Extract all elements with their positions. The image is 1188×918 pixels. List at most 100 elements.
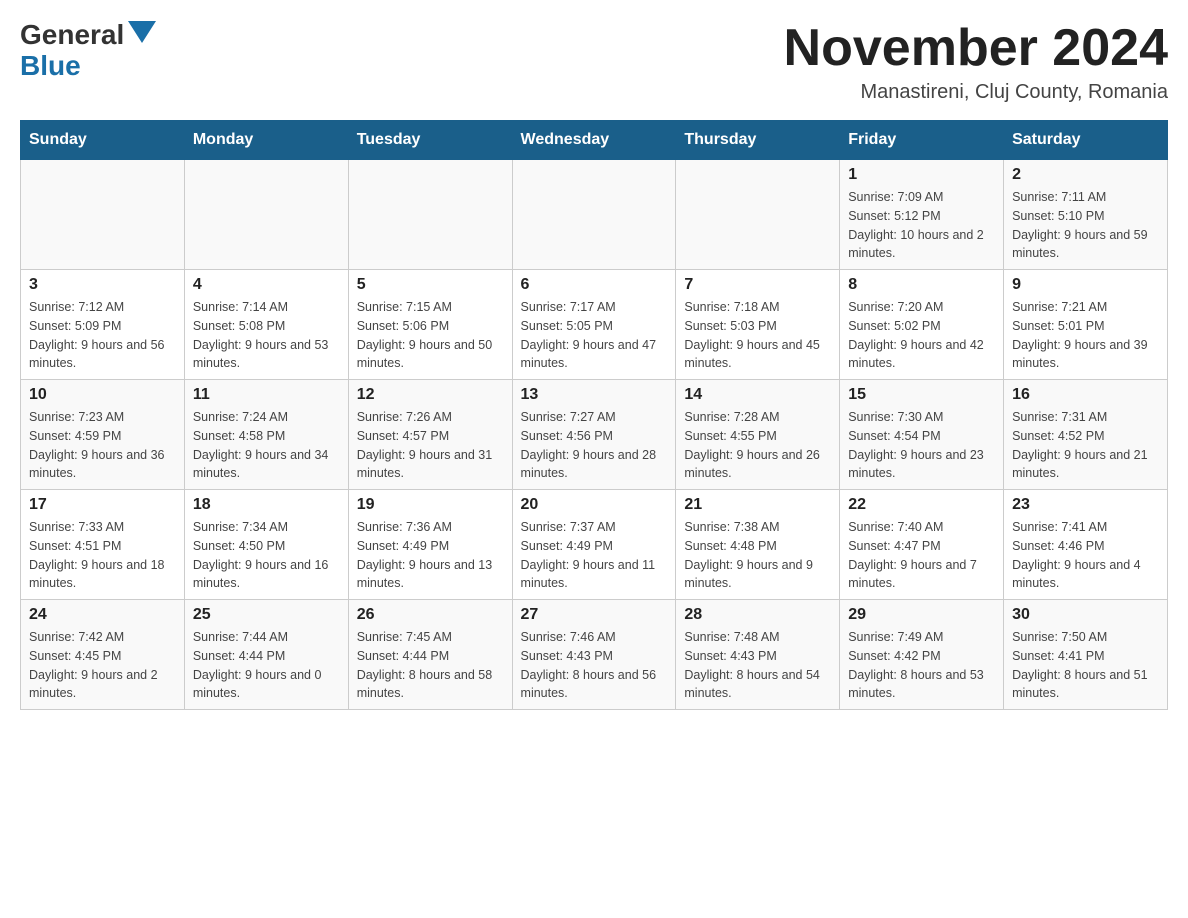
day-info: Sunrise: 7:37 AM Sunset: 4:49 PM Dayligh… bbox=[521, 518, 668, 593]
day-info: Sunrise: 7:31 AM Sunset: 4:52 PM Dayligh… bbox=[1012, 408, 1159, 483]
day-number: 28 bbox=[684, 606, 831, 624]
day-cell: 8 Sunrise: 7:20 AM Sunset: 5:02 PM Daylig… bbox=[840, 270, 1004, 380]
day-number: 26 bbox=[357, 606, 504, 624]
week-row-4: 17 Sunrise: 7:33 AM Sunset: 4:51 PM Dayli… bbox=[21, 490, 1168, 600]
day-cell: 27Sunrise: 7:46 AM Sunset: 4:43 PM Dayli… bbox=[512, 600, 676, 710]
day-cell bbox=[512, 160, 676, 270]
day-info: Sunrise: 7:48 AM Sunset: 4:43 PM Dayligh… bbox=[684, 628, 831, 703]
day-info: Sunrise: 7:30 AM Sunset: 4:54 PM Dayligh… bbox=[848, 408, 995, 483]
day-cell bbox=[348, 160, 512, 270]
day-cell: 13 Sunrise: 7:27 AM Sunset: 4:56 PM Dayli… bbox=[512, 380, 676, 490]
day-info: Sunrise: 7:27 AM Sunset: 4:56 PM Dayligh… bbox=[521, 408, 668, 483]
logo-blue-text: Blue bbox=[20, 51, 81, 82]
title-area: November 2024 Manastireni, Cluj County, … bbox=[784, 20, 1168, 104]
day-header-thursday: Thursday bbox=[676, 121, 840, 160]
day-info: Sunrise: 7:17 AM Sunset: 5:05 PM Dayligh… bbox=[521, 298, 668, 373]
day-info: Sunrise: 7:23 AM Sunset: 4:59 PM Dayligh… bbox=[29, 408, 176, 483]
day-cell: 4Sunrise: 7:14 AM Sunset: 5:08 PM Daylig… bbox=[184, 270, 348, 380]
day-cell: 30 Sunrise: 7:50 AM Sunset: 4:41 PM Dayli… bbox=[1004, 600, 1168, 710]
day-cell: 16Sunrise: 7:31 AM Sunset: 4:52 PM Dayli… bbox=[1004, 380, 1168, 490]
day-number: 10 bbox=[29, 386, 176, 404]
day-info: Sunrise: 7:12 AM Sunset: 5:09 PM Dayligh… bbox=[29, 298, 176, 373]
day-number: 17 bbox=[29, 496, 176, 514]
day-number: 11 bbox=[193, 386, 340, 404]
day-info: Sunrise: 7:15 AM Sunset: 5:06 PM Dayligh… bbox=[357, 298, 504, 373]
day-info: Sunrise: 7:36 AM Sunset: 4:49 PM Dayligh… bbox=[357, 518, 504, 593]
day-cell: 14 Sunrise: 7:28 AM Sunset: 4:55 PM Dayli… bbox=[676, 380, 840, 490]
day-number: 23 bbox=[1012, 496, 1159, 514]
day-cell: 5 Sunrise: 7:15 AM Sunset: 5:06 PM Daylig… bbox=[348, 270, 512, 380]
day-info: Sunrise: 7:21 AM Sunset: 5:01 PM Dayligh… bbox=[1012, 298, 1159, 373]
day-info: Sunrise: 7:11 AM Sunset: 5:10 PM Dayligh… bbox=[1012, 188, 1159, 263]
week-row-1: 1 Sunrise: 7:09 AM Sunset: 5:12 PM Daylig… bbox=[21, 160, 1168, 270]
day-info: Sunrise: 7:20 AM Sunset: 5:02 PM Dayligh… bbox=[848, 298, 995, 373]
day-number: 25 bbox=[193, 606, 340, 624]
month-title: November 2024 bbox=[784, 20, 1168, 77]
day-cell: 2 Sunrise: 7:11 AM Sunset: 5:10 PM Daylig… bbox=[1004, 160, 1168, 270]
day-number: 20 bbox=[521, 496, 668, 514]
day-number: 6 bbox=[521, 276, 668, 294]
day-info: Sunrise: 7:09 AM Sunset: 5:12 PM Dayligh… bbox=[848, 188, 995, 263]
day-number: 9 bbox=[1012, 276, 1159, 294]
day-number: 2 bbox=[1012, 166, 1159, 184]
day-cell: 6 Sunrise: 7:17 AM Sunset: 5:05 PM Daylig… bbox=[512, 270, 676, 380]
day-cell: 22Sunrise: 7:40 AM Sunset: 4:47 PM Dayli… bbox=[840, 490, 1004, 600]
day-header-tuesday: Tuesday bbox=[348, 121, 512, 160]
day-cell: 26 Sunrise: 7:45 AM Sunset: 4:44 PM Dayli… bbox=[348, 600, 512, 710]
day-info: Sunrise: 7:50 AM Sunset: 4:41 PM Dayligh… bbox=[1012, 628, 1159, 703]
logo-triangle-icon bbox=[128, 21, 156, 43]
day-number: 13 bbox=[521, 386, 668, 404]
day-info: Sunrise: 7:28 AM Sunset: 4:55 PM Dayligh… bbox=[684, 408, 831, 483]
day-info: Sunrise: 7:18 AM Sunset: 5:03 PM Dayligh… bbox=[684, 298, 831, 373]
day-cell: 29Sunrise: 7:49 AM Sunset: 4:42 PM Dayli… bbox=[840, 600, 1004, 710]
day-cell: 18Sunrise: 7:34 AM Sunset: 4:50 PM Dayli… bbox=[184, 490, 348, 600]
day-cell: 7Sunrise: 7:18 AM Sunset: 5:03 PM Daylig… bbox=[676, 270, 840, 380]
day-cell: 21Sunrise: 7:38 AM Sunset: 4:48 PM Dayli… bbox=[676, 490, 840, 600]
week-row-3: 10 Sunrise: 7:23 AM Sunset: 4:59 PM Dayli… bbox=[21, 380, 1168, 490]
day-cell: 11 Sunrise: 7:24 AM Sunset: 4:58 PM Dayli… bbox=[184, 380, 348, 490]
day-cell: 17 Sunrise: 7:33 AM Sunset: 4:51 PM Dayli… bbox=[21, 490, 185, 600]
day-cell: 20 Sunrise: 7:37 AM Sunset: 4:49 PM Dayli… bbox=[512, 490, 676, 600]
day-info: Sunrise: 7:40 AM Sunset: 4:47 PM Dayligh… bbox=[848, 518, 995, 593]
day-number: 8 bbox=[848, 276, 995, 294]
day-info: Sunrise: 7:45 AM Sunset: 4:44 PM Dayligh… bbox=[357, 628, 504, 703]
day-number: 3 bbox=[29, 276, 176, 294]
day-number: 19 bbox=[357, 496, 504, 514]
day-number: 14 bbox=[684, 386, 831, 404]
day-info: Sunrise: 7:44 AM Sunset: 4:44 PM Dayligh… bbox=[193, 628, 340, 703]
day-header-monday: Monday bbox=[184, 121, 348, 160]
day-number: 5 bbox=[357, 276, 504, 294]
day-cell: 23Sunrise: 7:41 AM Sunset: 4:46 PM Dayli… bbox=[1004, 490, 1168, 600]
day-cell bbox=[676, 160, 840, 270]
day-info: Sunrise: 7:26 AM Sunset: 4:57 PM Dayligh… bbox=[357, 408, 504, 483]
day-header-saturday: Saturday bbox=[1004, 121, 1168, 160]
day-info: Sunrise: 7:14 AM Sunset: 5:08 PM Dayligh… bbox=[193, 298, 340, 373]
day-cell bbox=[184, 160, 348, 270]
day-info: Sunrise: 7:38 AM Sunset: 4:48 PM Dayligh… bbox=[684, 518, 831, 593]
day-header-wednesday: Wednesday bbox=[512, 121, 676, 160]
day-cell: 3 Sunrise: 7:12 AM Sunset: 5:09 PM Daylig… bbox=[21, 270, 185, 380]
day-cell: 19 Sunrise: 7:36 AM Sunset: 4:49 PM Dayli… bbox=[348, 490, 512, 600]
day-cell: 25 Sunrise: 7:44 AM Sunset: 4:44 PM Dayli… bbox=[184, 600, 348, 710]
logo-general-text: General bbox=[20, 20, 124, 51]
day-info: Sunrise: 7:33 AM Sunset: 4:51 PM Dayligh… bbox=[29, 518, 176, 593]
day-cell: 1 Sunrise: 7:09 AM Sunset: 5:12 PM Daylig… bbox=[840, 160, 1004, 270]
day-info: Sunrise: 7:46 AM Sunset: 4:43 PM Dayligh… bbox=[521, 628, 668, 703]
day-cell: 10 Sunrise: 7:23 AM Sunset: 4:59 PM Dayli… bbox=[21, 380, 185, 490]
logo: General Blue bbox=[20, 20, 156, 82]
day-number: 12 bbox=[357, 386, 504, 404]
day-header-row: SundayMondayTuesdayWednesdayThursdayFrid… bbox=[21, 121, 1168, 160]
day-cell: 12 Sunrise: 7:26 AM Sunset: 4:57 PM Dayli… bbox=[348, 380, 512, 490]
day-number: 15 bbox=[848, 386, 995, 404]
day-number: 18 bbox=[193, 496, 340, 514]
day-info: Sunrise: 7:24 AM Sunset: 4:58 PM Dayligh… bbox=[193, 408, 340, 483]
day-info: Sunrise: 7:42 AM Sunset: 4:45 PM Dayligh… bbox=[29, 628, 176, 703]
page-header: General Blue November 2024 Manastireni, … bbox=[20, 20, 1168, 104]
week-row-5: 24Sunrise: 7:42 AM Sunset: 4:45 PM Dayli… bbox=[21, 600, 1168, 710]
day-number: 30 bbox=[1012, 606, 1159, 624]
day-cell: 24Sunrise: 7:42 AM Sunset: 4:45 PM Dayli… bbox=[21, 600, 185, 710]
day-info: Sunrise: 7:49 AM Sunset: 4:42 PM Dayligh… bbox=[848, 628, 995, 703]
day-number: 1 bbox=[848, 166, 995, 184]
day-header-sunday: Sunday bbox=[21, 121, 185, 160]
day-cell: 9 Sunrise: 7:21 AM Sunset: 5:01 PM Daylig… bbox=[1004, 270, 1168, 380]
